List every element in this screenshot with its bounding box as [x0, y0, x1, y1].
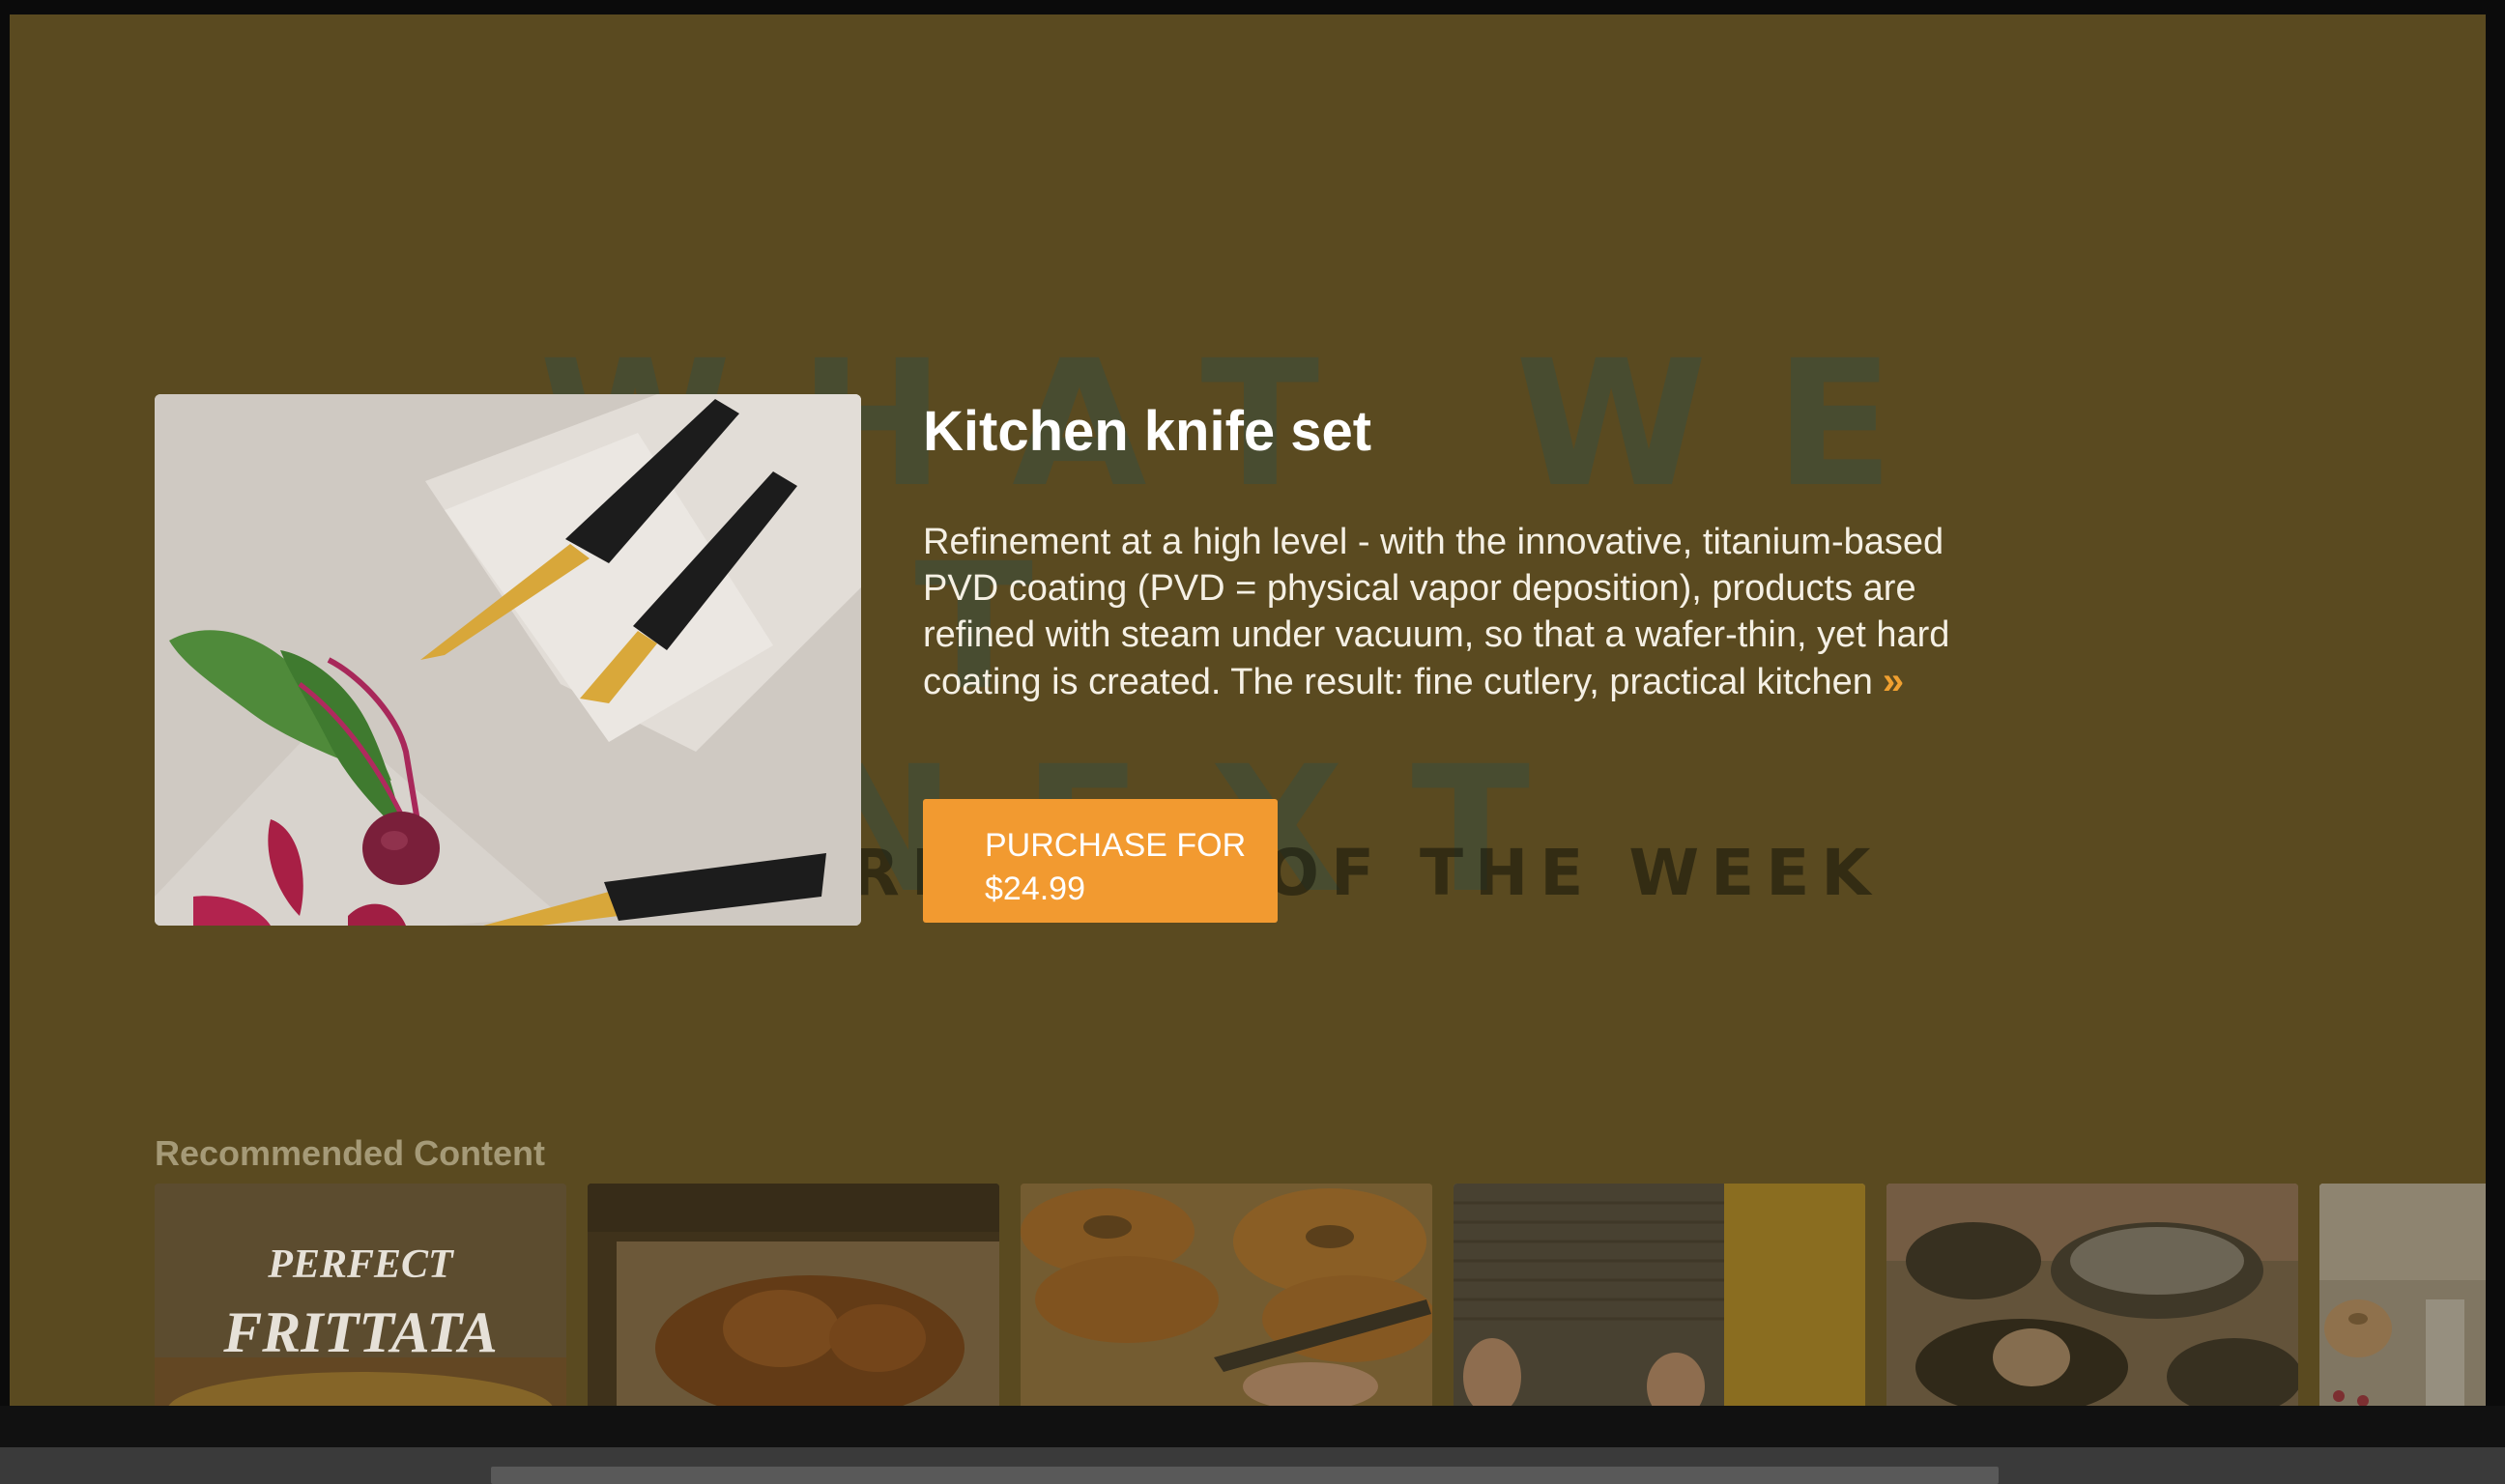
purchase-label: PURCHASE FOR	[985, 827, 1247, 864]
thumb-overlay	[2319, 1184, 2486, 1406]
tv-screen: WHAT WE EAT NEXT RECIPES OF THE WEEK	[10, 14, 2486, 1406]
thumb-overlay	[1021, 1184, 1432, 1406]
recommended-heading: Recommended Content	[155, 1133, 546, 1173]
recommended-item-bread[interactable]	[588, 1184, 999, 1406]
recommended-item-frittata[interactable]: PERFECT FRITTATA	[155, 1184, 566, 1406]
purchase-button[interactable]: PURCHASE FOR $24.99	[923, 799, 1278, 923]
thumb-text-line2: FRITTATA	[223, 1300, 498, 1364]
product-description-text: Refinement at a high level - with the in…	[923, 522, 1950, 702]
recommended-item-couple[interactable]	[1454, 1184, 1865, 1406]
recommended-carousel: PERFECT FRITTATA	[155, 1184, 2486, 1406]
product-title: Kitchen knife set	[923, 400, 1372, 463]
thumb-overlay	[1454, 1184, 1865, 1406]
recommended-item-bundt-cake[interactable]	[2319, 1184, 2486, 1406]
product-description: Refinement at a high level - with the in…	[923, 519, 1967, 705]
scrollbar[interactable]	[491, 1467, 1999, 1484]
product-image	[155, 394, 861, 926]
thumb-overlay	[155, 1184, 566, 1406]
purchase-price: $24.99	[985, 870, 1085, 907]
thumb-overlay	[588, 1184, 999, 1406]
thumb-overlay	[1886, 1184, 2298, 1406]
recommended-item-cookware[interactable]	[1886, 1184, 2298, 1406]
thumb-text-line1: PERFECT	[268, 1242, 453, 1287]
recommended-item-bagels[interactable]	[1021, 1184, 1432, 1406]
double-chevron-right-icon[interactable]: »	[1883, 658, 1904, 704]
